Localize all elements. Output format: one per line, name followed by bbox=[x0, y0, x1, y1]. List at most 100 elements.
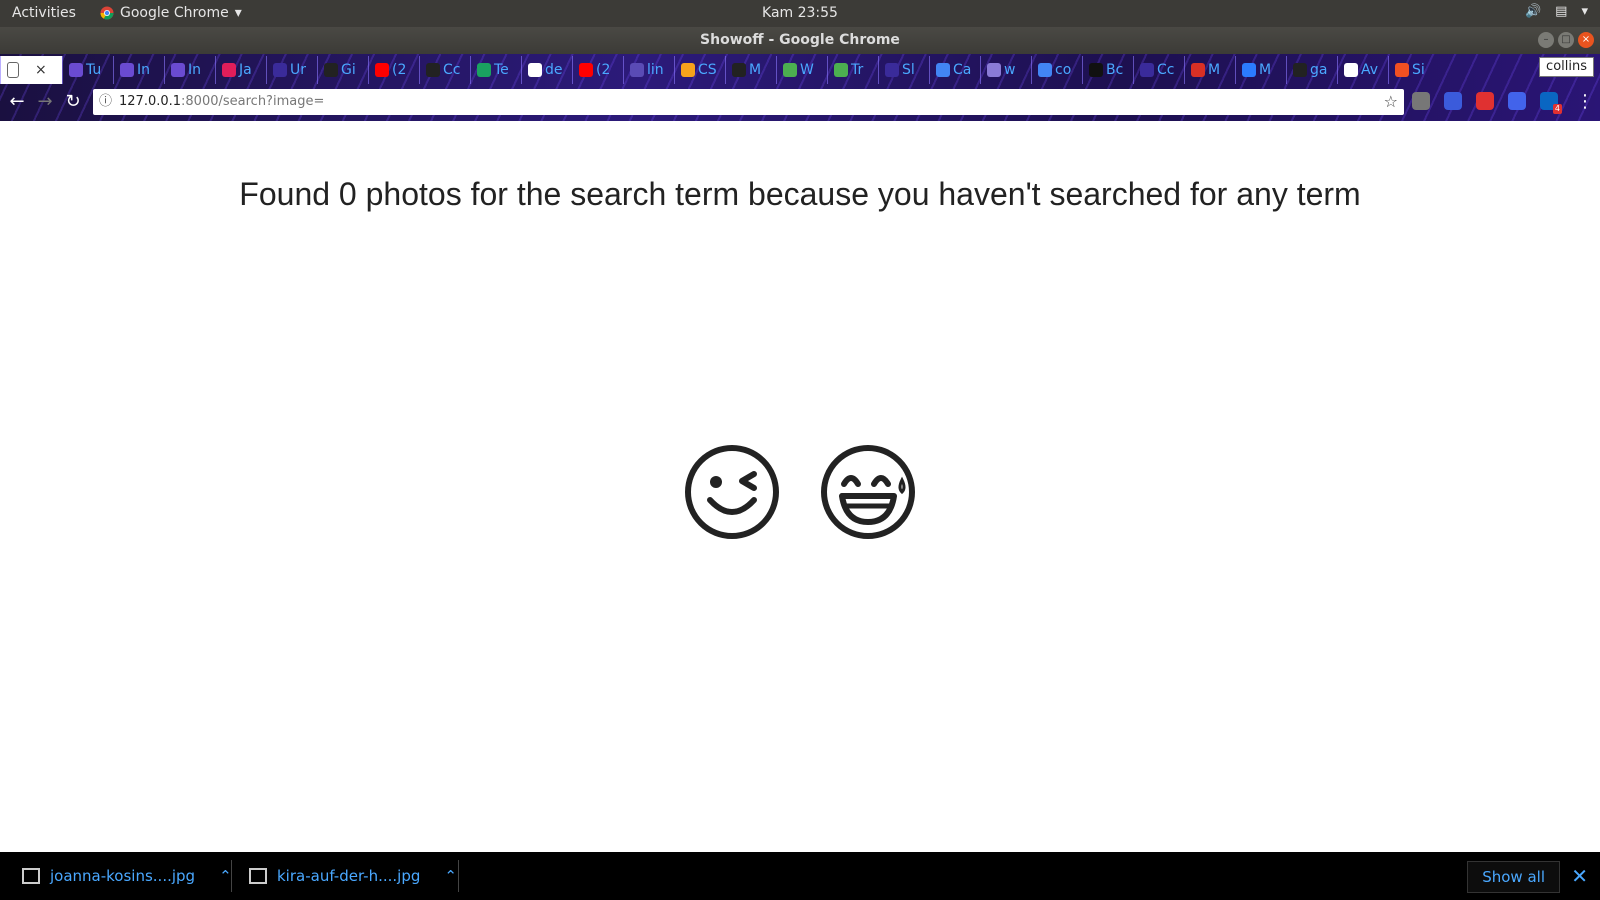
tab[interactable]: CS bbox=[674, 56, 725, 84]
chevron-up-icon[interactable]: ⌃ bbox=[219, 867, 232, 885]
clipboard-icon[interactable]: ▤ bbox=[1555, 4, 1567, 19]
tab-label: W bbox=[800, 62, 814, 78]
tab[interactable]: Ur bbox=[266, 56, 317, 84]
tab-favicon-icon bbox=[120, 63, 134, 77]
url-host: 127.0.0.1 bbox=[119, 94, 182, 109]
tab-label: Cc bbox=[1157, 62, 1175, 78]
chevron-down-icon[interactable]: ▾ bbox=[1581, 4, 1588, 19]
chrome-menu-icon[interactable]: ⋮ bbox=[1574, 91, 1596, 113]
tab[interactable]: In bbox=[164, 56, 215, 84]
tab[interactable]: Si bbox=[1388, 56, 1439, 84]
linkedin-extension-icon[interactable]: 4 bbox=[1540, 92, 1562, 114]
stop-extension-icon[interactable] bbox=[1476, 92, 1494, 110]
tab[interactable]: Bc bbox=[1082, 56, 1133, 84]
tab[interactable]: de bbox=[521, 56, 572, 84]
tab[interactable]: Ca bbox=[929, 56, 980, 84]
window-title: Showoff - Google Chrome bbox=[700, 32, 900, 48]
close-window-button[interactable]: × bbox=[1578, 32, 1594, 48]
show-all-button[interactable]: Show all bbox=[1467, 861, 1560, 893]
tab-label: Tr bbox=[851, 62, 864, 78]
tab-label: Te bbox=[494, 62, 509, 78]
tab[interactable]: W bbox=[776, 56, 827, 84]
address-bar[interactable]: ⓘ 127.0.0.1:8000/search?image= ☆ bbox=[93, 89, 1404, 115]
tab-favicon-icon bbox=[732, 63, 746, 77]
tab-label: M bbox=[1208, 62, 1221, 78]
divider bbox=[458, 860, 459, 892]
reload-icon[interactable]: ↻ bbox=[62, 91, 84, 113]
tab-favicon-icon bbox=[630, 63, 644, 77]
bookmark-star-icon[interactable]: ☆ bbox=[1384, 89, 1398, 115]
tab-label: Ja bbox=[239, 62, 252, 78]
download-filename: joanna-kosins....jpg bbox=[50, 867, 196, 885]
download-item[interactable]: joanna-kosins....jpg ⌃ bbox=[22, 852, 232, 900]
tab[interactable]: w bbox=[980, 56, 1031, 84]
download-item[interactable]: kira-auf-der-h....jpg ⌃ bbox=[249, 852, 457, 900]
tab[interactable]: co bbox=[1031, 56, 1082, 84]
grinning-sweat-face-icon bbox=[821, 445, 915, 539]
search-extension-icon[interactable] bbox=[1444, 92, 1462, 110]
tab[interactable]: (2 bbox=[368, 56, 419, 84]
tab[interactable]: lin bbox=[623, 56, 674, 84]
volume-icon[interactable]: 🔊 bbox=[1525, 4, 1541, 19]
shield-extension-icon[interactable] bbox=[1508, 92, 1526, 110]
tab[interactable]: Te bbox=[470, 56, 521, 84]
profile-button[interactable]: collins bbox=[1539, 57, 1594, 77]
tab[interactable]: Cc bbox=[419, 56, 470, 84]
tab[interactable]: (2 bbox=[572, 56, 623, 84]
tab-favicon-icon bbox=[426, 63, 440, 77]
tab-label: M bbox=[1259, 62, 1272, 78]
tab[interactable]: M bbox=[1184, 56, 1235, 84]
file-icon bbox=[249, 868, 267, 884]
tab-active[interactable]: × bbox=[0, 56, 62, 84]
window-title-bar: Showoff - Google Chrome – □ × bbox=[0, 27, 1600, 54]
back-arrow-icon[interactable]: ← bbox=[6, 91, 28, 113]
minimize-button[interactable]: – bbox=[1538, 32, 1554, 48]
close-icon[interactable]: ✕ bbox=[1571, 864, 1588, 888]
system-tray[interactable]: 🔊 ▤ ▾ bbox=[1525, 4, 1588, 19]
tab-favicon-icon bbox=[171, 63, 185, 77]
tab-favicon-icon bbox=[936, 63, 950, 77]
tab-label: Ca bbox=[953, 62, 972, 78]
tab-close-icon[interactable]: × bbox=[35, 62, 47, 78]
tab-favicon-icon bbox=[7, 62, 19, 78]
tab-label: In bbox=[137, 62, 151, 78]
globe-extension-icon[interactable] bbox=[1412, 92, 1430, 110]
tab-label: ga bbox=[1310, 62, 1328, 78]
tab-favicon-icon bbox=[69, 63, 83, 77]
tab-favicon-icon bbox=[681, 63, 695, 77]
clock[interactable]: Kam 23:55 bbox=[0, 5, 1600, 21]
tab[interactable]: M bbox=[1235, 56, 1286, 84]
tab-favicon-icon bbox=[834, 63, 848, 77]
tab-favicon-icon bbox=[1140, 63, 1154, 77]
tab-label: M bbox=[749, 62, 762, 78]
tab-label: Bc bbox=[1106, 62, 1124, 78]
info-icon[interactable]: ⓘ bbox=[99, 89, 112, 115]
tab[interactable]: Av bbox=[1337, 56, 1388, 84]
tab[interactable]: ga bbox=[1286, 56, 1337, 84]
tab-favicon-icon bbox=[579, 63, 593, 77]
os-top-bar: Activities Google Chrome ▾ Kam 23:55 🔊 ▤… bbox=[0, 0, 1600, 27]
tab-favicon-icon bbox=[987, 63, 1001, 77]
maximize-button[interactable]: □ bbox=[1558, 32, 1574, 48]
tab[interactable]: Ja bbox=[215, 56, 266, 84]
tab[interactable]: Tr bbox=[827, 56, 878, 84]
tab[interactable]: Sl bbox=[878, 56, 929, 84]
tab[interactable]: Tu bbox=[62, 56, 113, 84]
tab-favicon-icon bbox=[1089, 63, 1103, 77]
tab-favicon-icon bbox=[1344, 63, 1358, 77]
tab[interactable]: Gi bbox=[317, 56, 368, 84]
tab[interactable]: Cc bbox=[1133, 56, 1184, 84]
forward-arrow-icon[interactable]: → bbox=[34, 91, 56, 113]
tab-strip: × Tu In In Ja Ur Gi (2 Cc Te de (2 lin CS M W Tr Sl Ca w co B… bbox=[0, 56, 1520, 86]
tab-favicon-icon bbox=[885, 63, 899, 77]
tab-label: (2 bbox=[596, 62, 611, 78]
page-heading: Found 0 photos for the search term becau… bbox=[239, 176, 1361, 212]
tab-favicon-icon bbox=[1293, 63, 1307, 77]
url-text: 127.0.0.1:8000/search?image= bbox=[119, 89, 324, 115]
tab[interactable]: M bbox=[725, 56, 776, 84]
tab-favicon-icon bbox=[375, 63, 389, 77]
tab-favicon-icon bbox=[1395, 63, 1409, 77]
chevron-up-icon[interactable]: ⌃ bbox=[444, 867, 457, 885]
tab-label: de bbox=[545, 62, 563, 78]
tab[interactable]: In bbox=[113, 56, 164, 84]
